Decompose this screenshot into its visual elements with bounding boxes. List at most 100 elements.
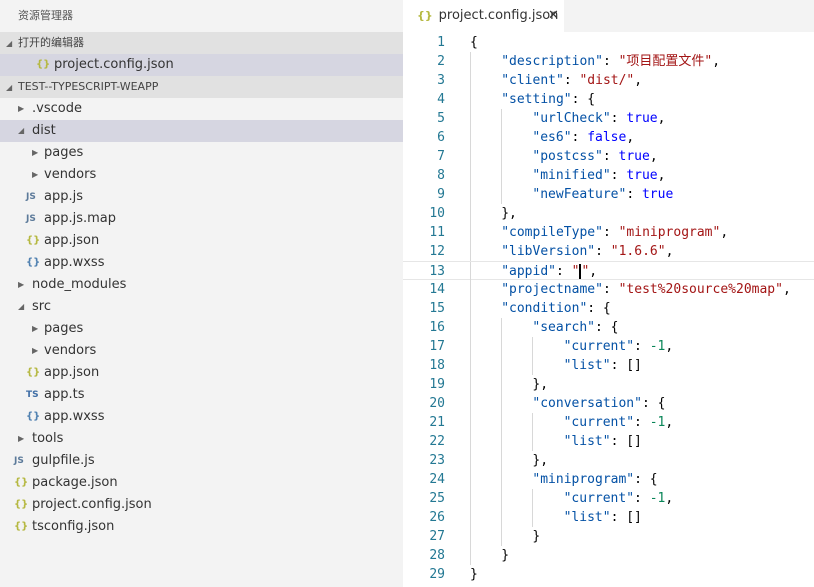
js-file-icon: JS xyxy=(14,456,24,466)
json-file-icon: {} xyxy=(417,9,433,22)
indent-guide xyxy=(501,470,503,489)
open-editor-item[interactable]: {} project.config.json xyxy=(0,54,403,76)
token: }, xyxy=(501,206,517,221)
indent-guide xyxy=(501,337,503,356)
token: "projectname" xyxy=(501,282,603,297)
code-line: 26 "list": [] xyxy=(403,508,814,527)
item-label: app.wxss xyxy=(44,255,105,270)
folder-item[interactable]: ▶ vendors xyxy=(0,164,403,186)
code-line: 4 "setting": { xyxy=(403,90,814,109)
indent-guide xyxy=(470,527,471,546)
token: "es6" xyxy=(532,130,572,145)
token: , xyxy=(657,111,666,126)
file-item[interactable]: {} project.config.json xyxy=(0,494,403,516)
code-line: 27} xyxy=(403,527,814,546)
token: "urlCheck" xyxy=(532,111,611,126)
code-text: { xyxy=(470,33,478,52)
code-text: "conversation": { xyxy=(532,394,665,413)
indent-guide xyxy=(470,280,471,299)
file-item[interactable]: {} package.json xyxy=(0,472,403,494)
chevron-right-icon[interactable]: ▶ xyxy=(32,340,38,362)
line-number: 17 xyxy=(429,339,445,354)
indent-guide xyxy=(470,470,471,489)
chevron-right-icon[interactable]: ▶ xyxy=(18,98,24,120)
token: : { xyxy=(641,396,666,411)
code-text: "compileType": "miniprogram", xyxy=(501,223,728,242)
line-number: 22 xyxy=(429,434,445,449)
code-line: 10}, xyxy=(403,204,814,223)
close-tab-icon[interactable]: ✕ xyxy=(548,0,559,32)
chevron-right-icon[interactable]: ▶ xyxy=(32,318,38,340)
chevron-down-icon[interactable]: ◢ xyxy=(18,296,24,318)
indent-guide xyxy=(470,546,471,565)
chevron-right-icon[interactable]: ▶ xyxy=(32,164,38,186)
token: "conversation" xyxy=(532,396,642,411)
token: : { xyxy=(595,320,619,335)
code-text: "current": -1, xyxy=(564,489,674,508)
project-header[interactable]: ◢ TEST--TYPESCRIPT-WEAPP xyxy=(0,76,403,98)
folder-item[interactable]: ▶ pages xyxy=(0,142,403,164)
token: , xyxy=(589,264,598,279)
file-item[interactable]: JS app.js.map xyxy=(0,208,403,230)
indent-guide xyxy=(470,204,471,223)
line-number: 25 xyxy=(429,491,445,506)
line-number: 21 xyxy=(429,415,445,430)
indent-guide xyxy=(501,489,503,508)
code-text: }, xyxy=(532,375,548,394)
file-item[interactable]: {} app.wxss xyxy=(0,406,403,428)
open-editors-header[interactable]: ◢ 打开的编辑器 xyxy=(0,32,403,54)
code-line: 15 "condition": { xyxy=(403,299,814,318)
item-label: src xyxy=(32,299,51,314)
chevron-right-icon[interactable]: ▶ xyxy=(32,142,38,164)
file-item[interactable]: JS gulpfile.js xyxy=(0,450,403,472)
tab-project-config[interactable]: {} project.config.json ✕ xyxy=(403,0,564,32)
token: : xyxy=(571,130,588,145)
token: true xyxy=(641,187,674,202)
token: : xyxy=(626,187,642,202)
chevron-right-icon[interactable]: ▶ xyxy=(18,428,24,450)
indent-guide xyxy=(501,356,503,375)
token: "current" xyxy=(563,491,635,506)
indent-guide xyxy=(501,166,503,185)
line-number: 5 xyxy=(437,111,445,126)
file-item[interactable]: TS app.ts xyxy=(0,384,403,406)
indent-guide xyxy=(501,147,503,166)
file-item[interactable]: {} app.json xyxy=(0,362,403,384)
token: , xyxy=(665,491,674,506)
folder-item[interactable]: ▶ pages xyxy=(0,318,403,340)
file-item[interactable]: {} app.json xyxy=(0,230,403,252)
item-label: gulpfile.js xyxy=(32,453,95,468)
chevron-right-icon[interactable]: ▶ xyxy=(18,274,24,296)
line-number: 14 xyxy=(429,282,445,297)
wxss-file-icon: {} xyxy=(26,411,41,422)
json-file-icon: {} xyxy=(36,59,51,70)
folder-item[interactable]: ◢ src xyxy=(0,296,403,318)
file-item[interactable]: JS app.js xyxy=(0,186,403,208)
collapse-icon: ◢ xyxy=(6,83,13,92)
indent-guide xyxy=(470,413,471,432)
folder-item[interactable]: ▶ .vscode xyxy=(0,98,403,120)
indent-guide xyxy=(470,128,471,147)
indent-guide xyxy=(501,185,503,204)
token: } xyxy=(532,529,541,544)
token: "client" xyxy=(501,73,564,88)
line-number: 16 xyxy=(429,320,445,335)
line-number: 24 xyxy=(429,472,445,487)
file-item[interactable]: {} tsconfig.json xyxy=(0,516,403,538)
token: -1 xyxy=(649,491,666,506)
token: : { xyxy=(587,301,611,316)
file-item[interactable]: {} app.wxss xyxy=(0,252,403,274)
code-text: "search": { xyxy=(532,318,618,337)
item-label: tsconfig.json xyxy=(32,519,115,534)
line-number: 29 xyxy=(429,567,445,582)
folder-item[interactable]: ▶ tools xyxy=(0,428,403,450)
indent-guide xyxy=(470,90,471,109)
indent-guide xyxy=(501,109,503,128)
folder-item[interactable]: ▶ node_modules xyxy=(0,274,403,296)
folder-item[interactable]: ▶ vendors xyxy=(0,340,403,362)
chevron-down-icon[interactable]: ◢ xyxy=(18,120,24,142)
token: : xyxy=(563,73,580,88)
token: : [] xyxy=(610,510,642,525)
token: : xyxy=(595,244,611,259)
folder-item[interactable]: ◢ dist xyxy=(0,120,403,142)
